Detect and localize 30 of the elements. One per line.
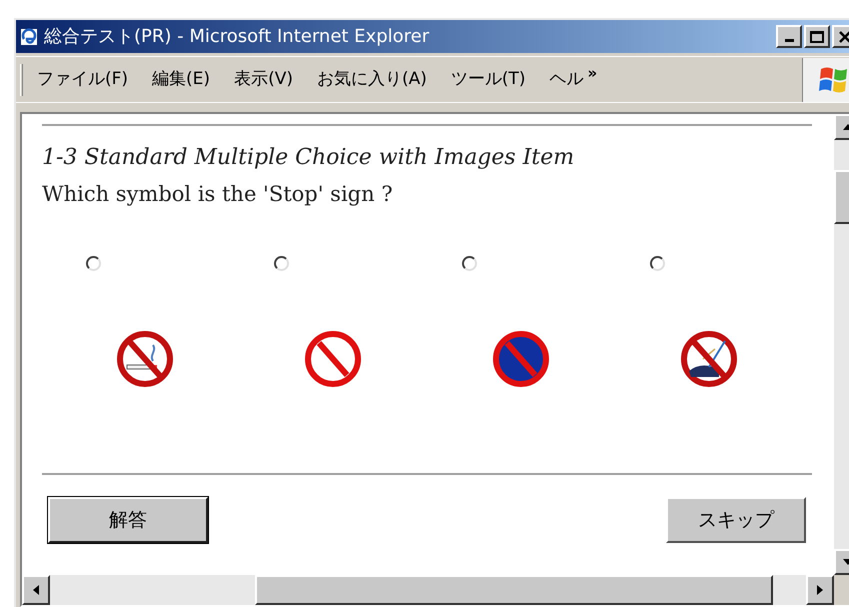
radio-button[interactable] [274, 256, 289, 271]
menu-item[interactable]: ツール(T) [450, 66, 526, 92]
menu-overflow[interactable]: » [588, 62, 598, 85]
no-smoking-icon [115, 329, 175, 389]
answer-button[interactable]: 解答 [48, 497, 208, 543]
question-title: 1-3 Standard Multiple Choice with Images Item [42, 144, 576, 172]
close-icon [839, 30, 849, 42]
menu-item[interactable]: 編集(E) [152, 66, 210, 92]
skip-button[interactable]: スキップ [666, 497, 806, 543]
menu-item[interactable]: ファイル(F) [37, 66, 128, 92]
prohibition-icon [303, 329, 363, 389]
question-prompt: Which symbol is the 'Stop' sign ? [42, 181, 394, 208]
radio-button[interactable] [86, 256, 101, 271]
scroll-left-button[interactable] [22, 575, 50, 605]
scroll-right-button[interactable] [806, 575, 834, 605]
left-arrow-icon [33, 585, 39, 595]
menu-item[interactable]: 表示(V) [234, 66, 293, 92]
minimize-button[interactable] [776, 25, 802, 48]
radio-button[interactable] [462, 256, 477, 271]
window-title: 総合テスト(PR) - Microsoft Internet Explorer [44, 25, 430, 49]
prohibition-sign-icon [679, 329, 739, 389]
radio-button[interactable] [650, 256, 665, 271]
menu-item[interactable]: ヘル [550, 66, 584, 92]
scroll-thumb[interactable] [255, 575, 773, 605]
right-arrow-icon [817, 585, 823, 595]
maximize-button[interactable] [804, 25, 830, 48]
no-parking-icon [491, 329, 551, 389]
browser-icon [20, 26, 40, 46]
menu-item[interactable]: お気に入り(A) [316, 66, 427, 92]
horizontal-scrollbar[interactable] [22, 575, 834, 605]
